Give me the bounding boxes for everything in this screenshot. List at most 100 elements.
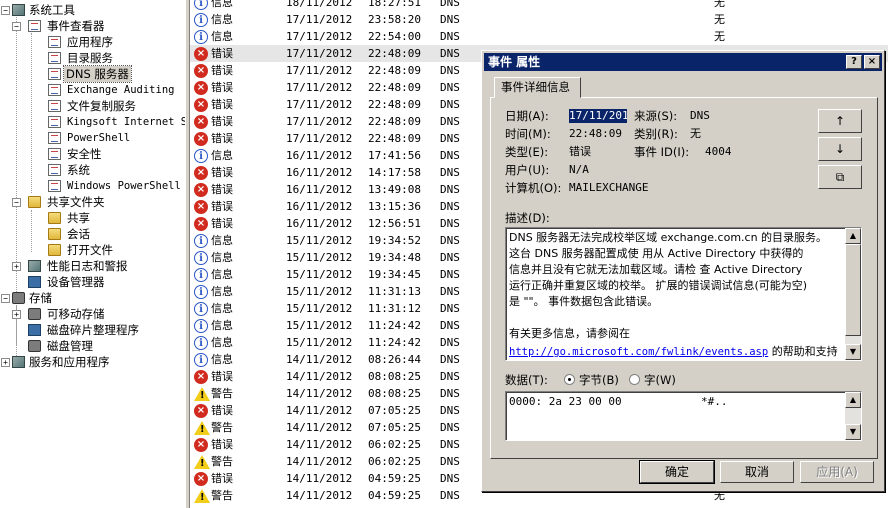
- data-box[interactable]: 0000: 2a 23 00 00 *#.. ▲ ▼: [505, 391, 862, 441]
- event-time: 22:48:09: [368, 98, 421, 111]
- error-icon: ×: [194, 98, 208, 112]
- description-scrollbar[interactable]: ▲ ▼: [845, 228, 861, 360]
- info-icon: i: [194, 30, 208, 44]
- event-source: DNS: [440, 336, 460, 349]
- event-type: 信息: [211, 268, 233, 281]
- event-source: DNS: [440, 421, 460, 434]
- log-icon: [48, 52, 61, 64]
- tree-node-label: Exchange Auditing: [67, 84, 175, 96]
- event-time: 07:05:25: [368, 404, 421, 417]
- bytes-radio[interactable]: [564, 374, 575, 385]
- event-date: 15/11/2012: [286, 319, 353, 332]
- event-source: DNS: [440, 353, 460, 366]
- log-icon: [48, 164, 61, 176]
- error-icon: ×: [194, 472, 208, 486]
- previous-event-button[interactable]: ↑: [818, 109, 862, 133]
- event-time: 19:34:48: [368, 251, 421, 264]
- event-source: DNS: [440, 81, 460, 94]
- user-label: 用户(U):: [505, 163, 550, 177]
- scroll-up-arrow[interactable]: ▲: [845, 228, 861, 244]
- event-type: 错误: [211, 200, 233, 213]
- computer-value: MAILEXCHANGE: [569, 181, 649, 194]
- log-icon: [48, 68, 61, 80]
- event-date: 16/11/2012: [286, 217, 353, 230]
- error-icon: ×: [194, 200, 208, 214]
- event-source: DNS: [440, 217, 460, 230]
- folder-icon: [48, 212, 61, 224]
- next-event-button[interactable]: ↓: [818, 137, 862, 161]
- collapse-toggle[interactable]: −: [12, 22, 21, 31]
- event-row[interactable]: i 信息 18/11/2012 18:27:51 DNS 无: [190, 0, 888, 11]
- log-icon: [48, 36, 61, 48]
- expand-toggle[interactable]: +: [1, 358, 10, 367]
- event-date: 14/11/2012: [286, 404, 353, 417]
- event-time: 04:59:25: [368, 489, 421, 502]
- event-source: DNS: [440, 183, 460, 196]
- event-time: 14:17:58: [368, 166, 421, 179]
- event-time: 04:59:25: [368, 472, 421, 485]
- tab-event-details[interactable]: 事件详细信息: [494, 77, 581, 98]
- collapse-toggle[interactable]: −: [12, 198, 21, 207]
- scroll-down-arrow[interactable]: ▼: [845, 344, 861, 360]
- event-source: DNS: [440, 404, 460, 417]
- event-type: 警告: [211, 455, 233, 468]
- help-button[interactable]: ?: [846, 55, 862, 69]
- expand-toggle[interactable]: +: [12, 262, 21, 271]
- event-source: DNS: [440, 13, 460, 26]
- description-box[interactable]: DNS 服务器无法完成校举区域 exchange.com.cn 的目录服务。 这台…: [505, 227, 862, 361]
- event-source: DNS: [440, 387, 460, 400]
- event-source: DNS: [440, 285, 460, 298]
- event-type: 警告: [211, 421, 233, 434]
- date-value[interactable]: 17/11/2012: [569, 109, 627, 123]
- error-icon: ×: [194, 370, 208, 384]
- user-value: N/A: [569, 163, 589, 176]
- cancel-button[interactable]: 取消: [720, 461, 794, 483]
- tree-guide-line: [31, 210, 32, 252]
- event-row[interactable]: i 信息 17/11/2012 23:58:20 DNS 无: [190, 11, 888, 28]
- tree-guide-line: [31, 33, 32, 193]
- ok-button[interactable]: 确定: [639, 460, 715, 484]
- error-icon: ×: [194, 64, 208, 78]
- event-type: 错误: [211, 438, 233, 451]
- error-icon: ×: [194, 217, 208, 231]
- event-date: 16/11/2012: [286, 149, 353, 162]
- tree-node-label: 事件查看器: [47, 19, 105, 33]
- apply-button[interactable]: 应用(A): [800, 461, 874, 483]
- disk-management-icon: [28, 340, 41, 352]
- data-text: 0000: 2a 23 00 00 *#..: [509, 395, 728, 408]
- copy-button[interactable]: ⧉: [818, 165, 862, 189]
- dialog-title-bar[interactable]: 事件 属性 ? ×: [484, 53, 882, 71]
- services-icon: [12, 356, 25, 368]
- close-button[interactable]: ×: [864, 55, 880, 69]
- data-scrollbar[interactable]: ▲ ▼: [845, 392, 861, 440]
- collapse-toggle[interactable]: −: [1, 294, 10, 303]
- scroll-up-arrow[interactable]: ▲: [845, 392, 861, 408]
- tree-node-label: PowerShell: [67, 132, 131, 144]
- event-type: 错误: [211, 115, 233, 128]
- scroll-down-arrow[interactable]: ▼: [845, 424, 861, 440]
- description-line: 运行正确并重复区域的校举。 扩展的错误调试信息(可能为空): [509, 279, 808, 292]
- event-type: 错误: [211, 472, 233, 485]
- error-icon: ×: [194, 438, 208, 452]
- source-value: DNS: [690, 109, 710, 122]
- info-icon: i: [194, 353, 208, 367]
- event-source: DNS: [440, 166, 460, 179]
- event-time: 12:56:51: [368, 217, 421, 230]
- event-time: 22:54:00: [368, 30, 421, 43]
- collapse-toggle[interactable]: −: [1, 6, 10, 15]
- event-time: 11:31:12: [368, 302, 421, 315]
- tree-node-label: 文件复制服务: [67, 99, 136, 113]
- expand-toggle[interactable]: +: [12, 310, 21, 319]
- event-source: DNS: [440, 319, 460, 332]
- event-source: DNS: [440, 302, 460, 315]
- category-value: 无: [690, 127, 701, 140]
- event-row[interactable]: i 信息 17/11/2012 22:54:00 DNS 无: [190, 28, 888, 45]
- words-radio[interactable]: [629, 374, 640, 385]
- scroll-thumb[interactable]: [845, 244, 861, 336]
- event-source: DNS: [440, 268, 460, 281]
- log-icon: [48, 100, 61, 112]
- info-icon: i: [194, 234, 208, 248]
- event-type: 错误: [211, 47, 233, 60]
- event-source: DNS: [440, 370, 460, 383]
- help-link[interactable]: http://go.microsoft.com/fwlink/events.as…: [509, 346, 768, 358]
